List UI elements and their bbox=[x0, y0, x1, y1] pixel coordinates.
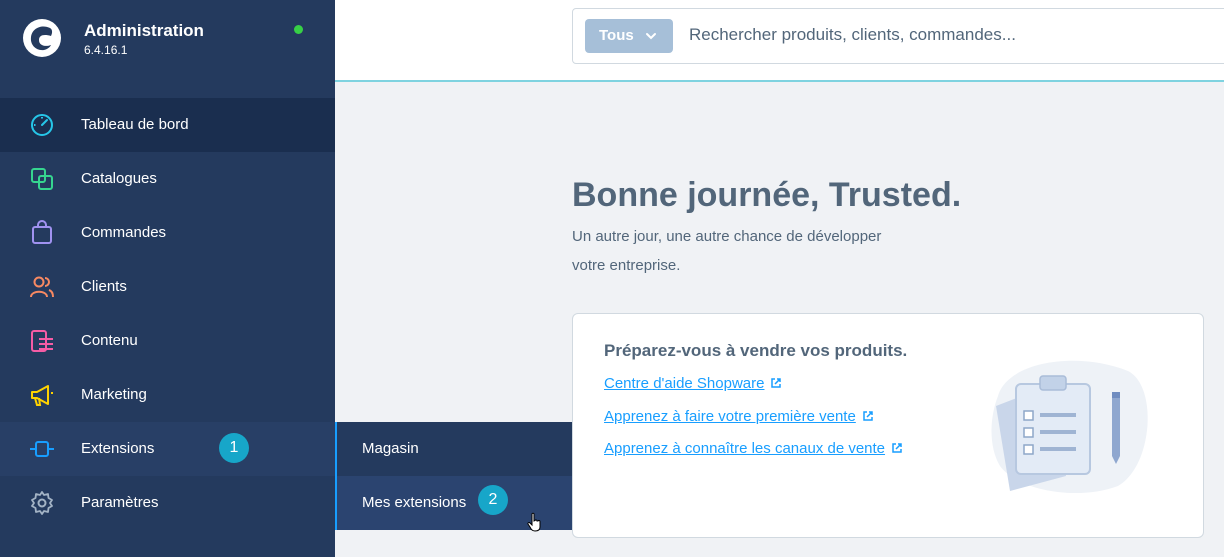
nav-item-orders[interactable]: Commandes bbox=[0, 206, 335, 260]
global-search: Tous bbox=[572, 8, 1224, 64]
search-type-dropdown[interactable]: Tous bbox=[585, 19, 673, 53]
content-icon bbox=[31, 330, 53, 352]
greeting-title: Bonne journée, Trusted. bbox=[572, 176, 962, 214]
search-input[interactable] bbox=[689, 25, 1209, 45]
sidebar: Administration 6.4.16.1 Tableau de bord … bbox=[0, 0, 335, 557]
external-link-icon bbox=[892, 443, 902, 453]
shopware-logo-icon[interactable] bbox=[22, 18, 62, 58]
nav-label-customers: Clients bbox=[81, 278, 127, 295]
external-link-icon bbox=[771, 378, 782, 388]
online-status-dot bbox=[294, 25, 303, 34]
catalog-icon bbox=[31, 168, 53, 190]
chevron-down-icon bbox=[646, 33, 656, 40]
brand-header: Administration 6.4.16.1 bbox=[0, 0, 335, 98]
flyout-label-my-extensions: Mes extensions bbox=[362, 494, 467, 511]
onboarding-card: Préparez-vous à vendre vos produits. Cen… bbox=[572, 313, 1204, 538]
first-sale-link-label: Apprenez à faire votre première vente bbox=[604, 408, 856, 425]
brand-title: Administration bbox=[84, 21, 204, 40]
nav-item-dashboard[interactable]: Tableau de bord bbox=[0, 98, 335, 152]
nav-item-content[interactable]: Contenu bbox=[0, 314, 335, 368]
step-badge-2: 2 bbox=[478, 485, 508, 515]
first-sale-link[interactable]: Apprenez à faire votre première vente bbox=[604, 408, 874, 425]
orders-icon bbox=[32, 220, 52, 244]
nav-item-extensions[interactable]: Extensions 1 bbox=[0, 422, 335, 476]
top-search-bar: Tous bbox=[335, 0, 1224, 82]
nav-label-orders: Commandes bbox=[81, 224, 167, 241]
main-nav: Tableau de bord Catalogues Commandes Cli… bbox=[0, 98, 335, 530]
card-title: Préparez-vous à vendre vos produits. bbox=[604, 341, 908, 360]
brand-version: 6.4.16.1 bbox=[84, 43, 128, 57]
greeting-subtext: Un autre jour, une autre chance de dével… bbox=[572, 228, 882, 274]
nav-label-extensions: Extensions bbox=[81, 440, 155, 457]
dashboard-icon bbox=[31, 114, 53, 136]
nav-label-marketing: Marketing bbox=[81, 386, 147, 403]
sales-channels-link[interactable]: Apprenez à connaître les canaux de vente bbox=[604, 440, 903, 457]
nav-item-customers[interactable]: Clients bbox=[0, 260, 335, 314]
nav-item-marketing[interactable]: Marketing bbox=[0, 368, 335, 422]
extensions-flyout-menu: Magasin Mes extensions 2 bbox=[335, 422, 582, 532]
customers-icon bbox=[30, 276, 54, 298]
hand-cursor-icon bbox=[527, 512, 541, 532]
nav-item-settings[interactable]: Paramètres bbox=[0, 476, 335, 530]
step-badge-1: 1 bbox=[219, 433, 249, 463]
nav-label-settings: Paramètres bbox=[81, 494, 159, 511]
search-type-label: Tous bbox=[599, 27, 634, 44]
flyout-item-my-extensions[interactable]: Mes extensions 2 bbox=[337, 476, 582, 532]
nav-label-dashboard: Tableau de bord bbox=[81, 116, 189, 133]
help-center-link-label: Centre d'aide Shopware bbox=[604, 375, 765, 392]
nav-label-content: Contenu bbox=[81, 332, 138, 349]
nav-label-catalogs: Catalogues bbox=[81, 170, 157, 187]
marketing-icon bbox=[31, 385, 53, 406]
flyout-label-store: Magasin bbox=[362, 440, 419, 457]
external-link-icon bbox=[863, 411, 873, 421]
nav-item-catalogs[interactable]: Catalogues bbox=[0, 152, 335, 206]
clipboard-checklist-illustration bbox=[991, 360, 1148, 494]
extensions-icon bbox=[30, 441, 54, 457]
sales-channels-link-label: Apprenez à connaître les canaux de vente bbox=[604, 440, 886, 457]
settings-icon bbox=[31, 491, 53, 515]
flyout-item-store[interactable]: Magasin bbox=[337, 422, 582, 476]
help-center-link[interactable]: Centre d'aide Shopware bbox=[604, 375, 782, 392]
